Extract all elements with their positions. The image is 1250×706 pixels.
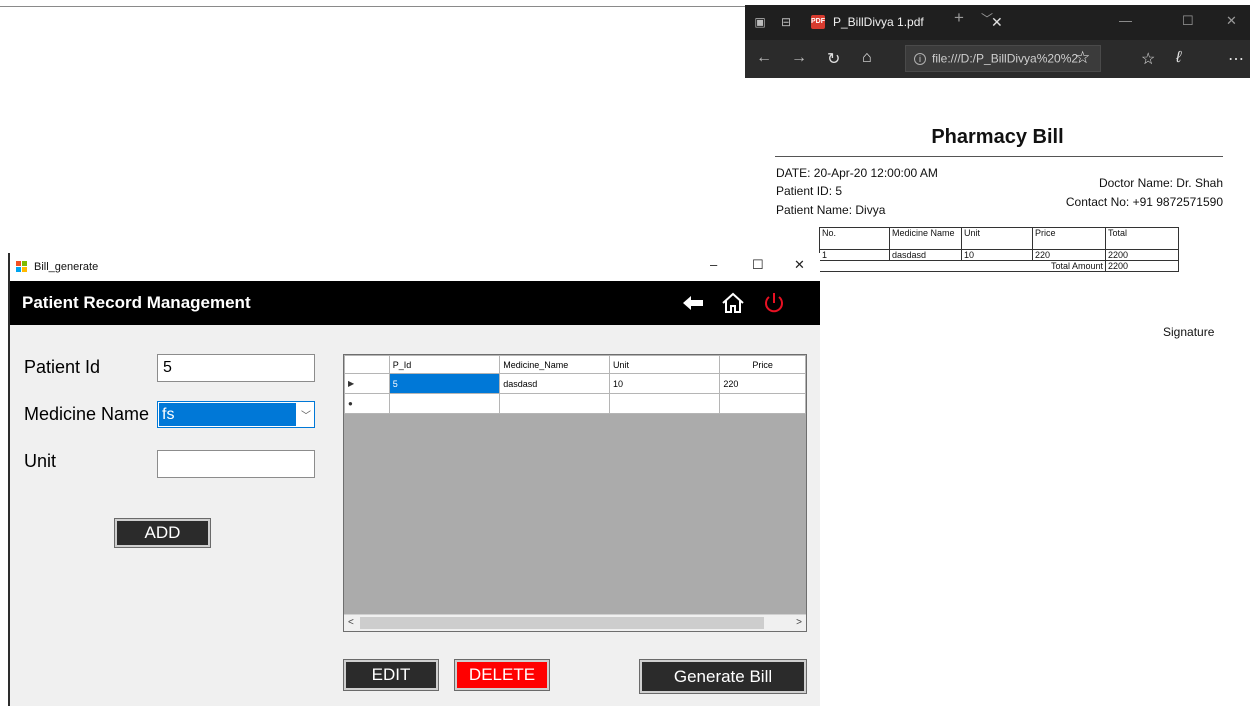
address-text: file:///D:/P_BillDivya%20%2: [932, 51, 1079, 66]
chevron-down-icon[interactable]: ﹀: [301, 407, 311, 422]
bill-title: Pharmacy Bill: [931, 126, 1064, 148]
grid-col-header[interactable]: Price: [719, 355, 806, 374]
maximize-icon[interactable]: ☐: [1182, 13, 1194, 29]
horizontal-scrollbar[interactable]: < >: [344, 614, 806, 631]
bill-col-header: No.: [819, 227, 890, 250]
favorites-list-icon[interactable]: ☆: [1141, 49, 1155, 69]
new-row[interactable]: ●: [344, 393, 806, 414]
grid-cell[interactable]: 5: [388, 373, 501, 394]
minimize-icon[interactable]: –: [710, 257, 717, 272]
refresh-icon[interactable]: ↻: [827, 49, 840, 69]
bill-col-header: Price: [1032, 227, 1106, 250]
grid-cell-empty[interactable]: [608, 393, 721, 414]
bill-patient-id: Patient ID: 5: [776, 184, 843, 198]
edit-button[interactable]: EDIT: [343, 659, 439, 691]
tab-preview-icon[interactable]: ⊟: [779, 15, 793, 29]
app-window-icon: [16, 261, 28, 272]
bill-col-header: Total: [1105, 227, 1179, 250]
medicine-name-selected: fs: [159, 403, 296, 426]
bill-generate-window: Bill_generate – ☐ ✕ Patient Record Manag…: [8, 253, 820, 706]
bill-cell: 10: [961, 249, 1033, 261]
grid-cell-empty[interactable]: [719, 393, 806, 414]
more-menu-icon[interactable]: ⋯: [1228, 49, 1244, 69]
tab-aside-icon[interactable]: ▣: [753, 15, 767, 29]
bill-col-header: Unit: [961, 227, 1033, 250]
pdf-viewer-window: ▣ ⊟ PDF P_BillDivya 1.pdf ✕ + ﹀ — ☐ ✕ ← …: [745, 5, 1250, 533]
pdf-page: Pharmacy Bill DATE: 20-Apr-20 12:00:00 A…: [745, 78, 1250, 533]
browser-nav-bar: ← → ↻ ⌂ i file:///D:/P_BillDivya%20%2 ☆ ☆…: [745, 40, 1250, 78]
browser-tab-bar: ▣ ⊟ PDF P_BillDivya 1.pdf ✕ + ﹀ — ☐ ✕: [745, 5, 1250, 40]
app-header: Patient Record Management: [10, 281, 820, 325]
bill-total-value: 2200: [1105, 260, 1179, 272]
bill-contact: Contact No: +91 9872571590: [1065, 195, 1223, 209]
forward-arrow-icon[interactable]: →: [791, 49, 807, 67]
bill-total-row: Total Amount 2200: [819, 260, 1179, 272]
bill-table: No. Medicine Name Unit Price Total 1 das…: [819, 227, 1179, 272]
pdf-file-icon: PDF: [811, 15, 825, 29]
scrollbar-thumb[interactable]: [360, 617, 764, 629]
medicine-name-combobox[interactable]: fs ﹀: [157, 401, 315, 428]
grid-header-row: P_Id Medicine_Name Unit Price: [344, 355, 806, 374]
records-table: P_Id Medicine_Name Unit Price ▶ 5 dasdas…: [344, 355, 806, 414]
grid-cell[interactable]: 10: [608, 373, 721, 394]
browser-tab[interactable]: PDF P_BillDivya 1.pdf ✕: [807, 9, 1003, 36]
maximize-icon[interactable]: ☐: [752, 257, 764, 273]
grid-col-header[interactable]: Unit: [608, 355, 721, 374]
close-window-icon[interactable]: ✕: [1226, 13, 1237, 29]
bill-cell: 1: [819, 249, 890, 261]
top-divider: [0, 6, 760, 7]
new-tab-icon[interactable]: +: [954, 8, 964, 28]
patient-id-label: Patient Id: [24, 357, 101, 377]
row-pointer-icon[interactable]: ▶: [344, 373, 390, 394]
bill-date: DATE: 20-Apr-20 12:00:00 AM: [776, 166, 938, 180]
bill-table-row: 1 dasdasd 10 220 2200: [819, 249, 1179, 261]
grid-corner: [344, 355, 390, 374]
delete-button[interactable]: DELETE: [454, 659, 550, 691]
close-window-icon[interactable]: ✕: [794, 257, 805, 273]
records-grid[interactable]: P_Id Medicine_Name Unit Price ▶ 5 dasdas…: [343, 354, 807, 632]
grid-cell-empty[interactable]: [388, 393, 501, 414]
tab-list-chevron-icon[interactable]: ﹀: [981, 10, 993, 27]
home-icon[interactable]: ⌂: [862, 49, 872, 67]
grid-cell[interactable]: 220: [719, 373, 806, 394]
tab-title: P_BillDivya 1.pdf: [833, 15, 924, 29]
scroll-left-icon[interactable]: <: [348, 617, 354, 628]
add-button[interactable]: ADD: [114, 518, 211, 548]
app-window-title: Bill_generate: [34, 261, 99, 273]
bill-title-rule: [775, 156, 1223, 157]
grid-col-header[interactable]: Medicine_Name: [499, 355, 610, 374]
generate-bill-button[interactable]: Generate Bill: [639, 659, 807, 694]
bill-total-label: Total Amount: [819, 260, 1106, 272]
bill-patient-name: Patient Name: Divya: [776, 203, 886, 217]
bill-signature: Signature: [1163, 325, 1215, 339]
medicine-name-label: Medicine Name: [24, 404, 150, 424]
bill-cell: 220: [1032, 249, 1106, 261]
back-arrow-icon[interactable]: [682, 295, 704, 311]
pen-icon[interactable]: ℓ: [1176, 49, 1181, 67]
scroll-right-icon[interactable]: >: [796, 617, 802, 628]
info-icon: i: [914, 52, 926, 65]
home-icon[interactable]: [721, 291, 745, 315]
bill-doctor-name: Doctor Name: Dr. Shah: [1098, 176, 1223, 190]
power-icon[interactable]: [762, 291, 786, 315]
bill-table-header: No. Medicine Name Unit Price Total: [819, 227, 1179, 250]
minimize-icon[interactable]: —: [1119, 13, 1132, 28]
table-row[interactable]: ▶ 5 dasdasd 10 220: [344, 373, 806, 394]
new-row-marker-icon: ●: [344, 393, 390, 414]
bill-cell: dasdasd: [889, 249, 962, 261]
grid-cell[interactable]: dasdasd: [499, 373, 610, 394]
back-arrow-icon[interactable]: ←: [756, 49, 772, 67]
unit-label: Unit: [24, 451, 57, 471]
favorite-star-icon[interactable]: ☆: [1075, 48, 1090, 68]
patient-id-input[interactable]: [157, 354, 315, 382]
grid-cell-empty[interactable]: [499, 393, 610, 414]
grid-col-header[interactable]: P_Id: [388, 355, 501, 374]
unit-input[interactable]: [157, 450, 315, 478]
bill-col-header: Medicine Name: [889, 227, 962, 250]
page-title: Patient Record Management: [22, 293, 251, 312]
bill-cell: 2200: [1105, 249, 1179, 261]
app-title-bar: Bill_generate – ☐ ✕: [10, 253, 820, 281]
address-bar[interactable]: i file:///D:/P_BillDivya%20%2: [905, 45, 1101, 72]
